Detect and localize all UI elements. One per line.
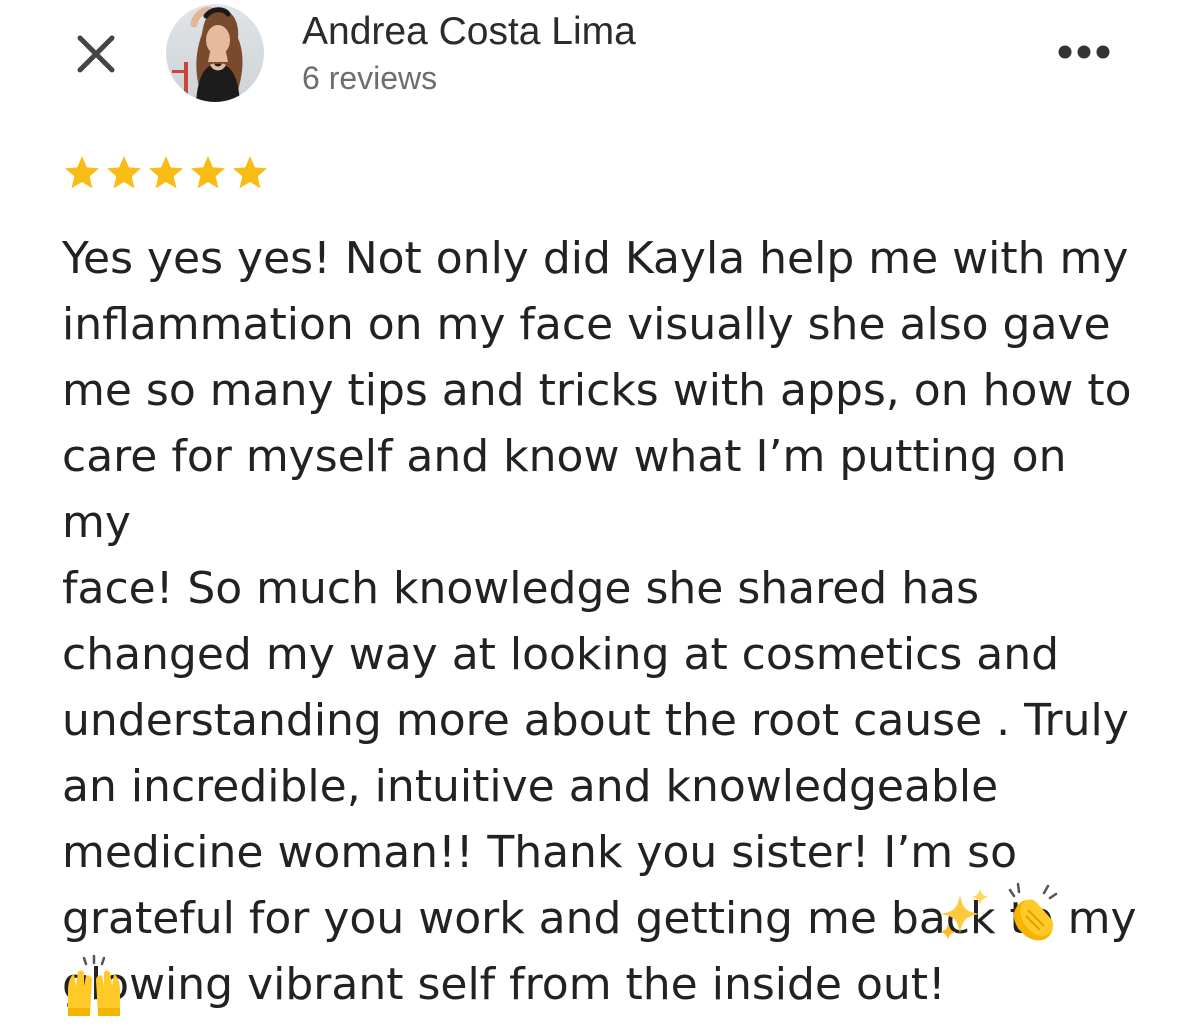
review-count[interactable]: 6 reviews	[302, 58, 437, 98]
emoji-row	[62, 954, 126, 1016]
star-rating	[62, 153, 270, 195]
star-icon	[191, 156, 225, 189]
clapping-hands-emoji	[1008, 882, 1058, 941]
star-icon	[65, 156, 99, 189]
review-text-line: face! So much knowledge she shared has	[62, 563, 979, 614]
more-horizontal-icon	[1058, 45, 1110, 59]
star-icon	[233, 156, 267, 189]
review-text-line: care for myself and know what I’m puttin…	[62, 431, 1067, 548]
review-text-line: changed my way at looking at cosmetics a…	[62, 629, 1060, 680]
raising-hands-emoji	[68, 954, 120, 1016]
star-icon	[107, 156, 141, 189]
reviewer-photo	[166, 4, 264, 102]
close-button[interactable]	[68, 26, 124, 82]
close-icon	[77, 35, 115, 73]
avatar[interactable]	[166, 4, 264, 102]
star-icon	[149, 156, 183, 189]
review-text-line: medicine woman!! Thank you sister! I’m s…	[62, 827, 1018, 878]
review-text-line: Yes yes yes! Not only did Kayla help me …	[62, 233, 1129, 284]
reviewer-name[interactable]: Andrea Costa Lima	[302, 8, 636, 56]
more-options-button[interactable]	[1048, 32, 1120, 72]
review-text-line: understanding more about the root cause …	[62, 695, 1129, 746]
sparkles-emoji	[940, 888, 989, 940]
review-text-line: an incredible, intuitive and knowledgeab…	[62, 761, 999, 812]
review-text-line: inflammation on my face visually she als…	[62, 299, 1111, 350]
review-text-line: me so many tips and tricks with apps, on…	[62, 365, 1132, 416]
review-text-line: glowing vibrant self from the inside out…	[62, 959, 946, 1010]
